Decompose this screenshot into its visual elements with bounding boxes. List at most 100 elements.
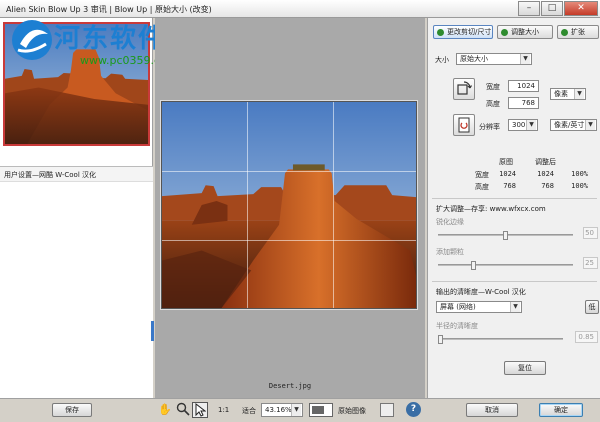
grid-line	[162, 240, 416, 241]
magnifier-icon[interactable]	[175, 402, 191, 418]
unit-value: 像素	[554, 90, 568, 98]
resolution-unit-value: 像素/英寸	[554, 121, 585, 129]
preview-canvas[interactable]: Desert.jpg	[155, 18, 425, 398]
height-percent: 100%	[571, 182, 588, 190]
zoom-value: 43.16%	[265, 406, 292, 414]
zoom-select[interactable]: 43.16% ▼	[261, 403, 303, 417]
size-preset-select[interactable]: 原始大小 ▼	[456, 53, 532, 65]
sharpen-label: 锐化边缘	[436, 218, 464, 226]
height-field[interactable]: 768	[508, 97, 539, 109]
divider	[432, 198, 597, 199]
output-mode-select[interactable]: 屏幕 (网络) ▼	[436, 301, 522, 313]
rotate-glyph	[457, 81, 473, 95]
reset-button[interactable]: 复位	[504, 361, 546, 375]
active-dot-icon	[437, 29, 444, 36]
grain-slider-handle[interactable]	[470, 261, 476, 270]
settings-panel: 更改剪切/尺寸 调整大小 扩张 大小 原始大小 ▼ 宽度 1024 高度 768…	[427, 18, 600, 398]
radius-value[interactable]: 0.85	[575, 331, 598, 343]
resolution-unit-select[interactable]: 像素/英寸 ▼	[550, 119, 597, 131]
document-glyph	[458, 117, 470, 133]
presets-header: 用户设置—网酷 W-Cool 汉化	[0, 166, 153, 182]
reset-resolution-icon[interactable]	[453, 114, 475, 136]
row-height-label: 高度	[475, 183, 489, 191]
maximize-button[interactable]: □	[541, 1, 563, 16]
compare-toggle[interactable]	[380, 403, 394, 417]
width-percent: 100%	[571, 170, 588, 178]
grid-line	[333, 102, 334, 308]
col-original-header: 原图	[499, 158, 513, 166]
radius-slider-handle[interactable]	[438, 335, 443, 344]
save-button[interactable]: 保存	[52, 403, 92, 417]
fit-button[interactable]: 适合	[242, 406, 256, 416]
ok-button[interactable]: 确定	[539, 403, 583, 417]
sharpen-value[interactable]: 50	[583, 227, 598, 239]
dot-icon	[501, 29, 508, 36]
image-filename: Desert.jpg	[268, 382, 312, 390]
preview-image[interactable]	[161, 101, 417, 309]
resolution-value: 300	[512, 121, 526, 129]
output-mode-value: 屏幕 (网络)	[440, 303, 476, 311]
bottom-toolbar: 保存 ✋ 1:1 适合 43.16% ▼ 原始图像 ? 取消 确定	[0, 398, 600, 420]
title-bar: Alien Skin Blow Up 3 审讯 | Blow Up | 原始大小…	[0, 0, 600, 18]
arrow-pointer-icon[interactable]	[192, 402, 208, 418]
sharpen-slider[interactable]	[438, 231, 573, 240]
presets-list[interactable]	[0, 182, 153, 400]
swatch-color	[312, 406, 324, 414]
pointer-glyph	[195, 402, 207, 417]
width-original: 1024	[499, 170, 516, 178]
tab-label: 调整大小	[511, 28, 539, 36]
window-title: Alien Skin Blow Up 3 审讯 | Blow Up | 原始大小…	[6, 5, 212, 14]
chevron-down-icon: ▼	[585, 120, 595, 130]
enlarge-header: 扩大调整—存享: www.wfxcx.com	[436, 205, 546, 213]
width-field[interactable]: 1024	[508, 80, 539, 92]
col-adjusted-header: 调整后	[535, 158, 556, 166]
panel-splitter[interactable]	[151, 321, 154, 341]
chevron-down-icon: ▼	[520, 54, 530, 64]
minimize-button[interactable]: –	[518, 1, 540, 16]
thumbnail-image	[5, 24, 148, 144]
dot-icon	[561, 29, 568, 36]
tab-resize[interactable]: 调整大小	[497, 25, 553, 39]
grid-line	[247, 102, 248, 308]
sharpen-slider-handle[interactable]	[503, 231, 508, 240]
cancel-button[interactable]: 取消	[466, 403, 518, 417]
window-controls: – □ ✕	[518, 1, 598, 16]
size-preset-value: 原始大小	[460, 55, 488, 63]
width-label: 宽度	[486, 83, 500, 91]
size-label: 大小	[435, 56, 449, 64]
grid-line	[162, 171, 416, 172]
background-color-swatch[interactable]	[309, 403, 333, 417]
grain-slider[interactable]	[438, 261, 573, 270]
output-side-button[interactable]: 低	[585, 300, 599, 314]
close-button[interactable]: ✕	[564, 1, 598, 16]
width-adjusted: 1024	[537, 170, 554, 178]
tab-label: 更改剪切/尺寸	[447, 28, 492, 36]
divider	[432, 281, 597, 282]
chevron-down-icon: ▼	[510, 302, 520, 312]
navigator-thumbnail[interactable]	[3, 22, 150, 146]
output-header: 输出的清晰度—W-Cool 汉化	[436, 288, 526, 296]
unit-select[interactable]: 像素 ▼	[550, 88, 586, 100]
chevron-down-icon: ▼	[291, 404, 301, 416]
grain-label: 添加颗粒	[436, 248, 464, 256]
tab-expand[interactable]: 扩张	[557, 25, 599, 39]
row-width-label: 宽度	[475, 171, 489, 179]
tab-label: 扩张	[571, 28, 585, 36]
magnifier-glyph	[176, 402, 190, 416]
grain-value[interactable]: 25	[583, 257, 598, 269]
rotate-icon[interactable]	[453, 78, 475, 100]
resolution-label: 分辨率	[479, 123, 500, 131]
height-adjusted: 768	[541, 182, 554, 190]
height-original: 768	[503, 182, 516, 190]
left-panel: 用户设置—网酷 W-Cool 汉化	[0, 18, 153, 400]
resolution-select[interactable]: 300 ▼	[508, 119, 538, 131]
radius-slider[interactable]	[438, 335, 563, 344]
tab-crop-size[interactable]: 更改剪切/尺寸	[433, 25, 493, 39]
chevron-down-icon: ▼	[574, 89, 584, 99]
original-image-label: 原始图像	[338, 407, 366, 415]
help-icon[interactable]: ?	[406, 402, 421, 417]
zoom-1to1-button[interactable]: 1:1	[218, 406, 229, 414]
height-label: 高度	[486, 100, 500, 108]
hand-icon[interactable]: ✋	[157, 402, 173, 418]
radius-label: 半径的清晰度	[436, 322, 478, 330]
